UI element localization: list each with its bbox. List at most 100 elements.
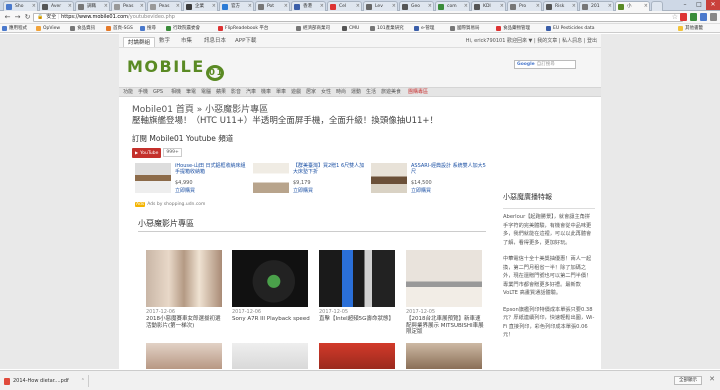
ad-title[interactable]: ASSARI-經典設計 系統雙人加大5尺	[411, 163, 486, 175]
tab-close-icon[interactable]: ×	[140, 2, 144, 11]
tab-close-icon[interactable]: ×	[212, 2, 216, 11]
browser-tab[interactable]: KDI ×	[471, 1, 506, 11]
tab-close-icon[interactable]: ×	[320, 2, 324, 11]
ad-footer[interactable]: Ads Ads by shopping.udn.com	[135, 202, 205, 207]
category-link[interactable]: 女性	[321, 88, 331, 97]
site-search-input[interactable]: Google 自訂搜尋	[514, 60, 576, 69]
bookmark-item[interactable]: 食品藥物管理	[496, 24, 530, 33]
maximize-button[interactable]: □	[692, 0, 706, 10]
category-link[interactable]: 汽車	[246, 88, 256, 97]
minimize-button[interactable]: –	[678, 0, 692, 10]
browser-tab[interactable]: 企業 ×	[183, 1, 218, 11]
bookmark-item[interactable]: 應用程式	[2, 24, 27, 33]
category-link[interactable]: 運動	[351, 88, 361, 97]
ad-buy-link[interactable]: 立即購買	[175, 187, 195, 194]
forward-icon[interactable]: →	[13, 13, 22, 22]
category-link[interactable]: 機車	[261, 88, 271, 97]
browser-tab[interactable]: Peas ×	[147, 1, 182, 11]
topnav-link[interactable]: 討論群組	[123, 37, 156, 47]
tab-close-icon[interactable]: ×	[284, 2, 288, 11]
video-thumbnail[interactable]	[319, 343, 395, 369]
category-link[interactable]: 遊戲	[291, 88, 301, 97]
video-thumbnail[interactable]	[406, 250, 482, 307]
tab-close-icon[interactable]: ×	[356, 2, 360, 11]
category-link[interactable]: 功能	[123, 88, 133, 97]
bookmark-item[interactable]: 101產業研究	[370, 24, 404, 33]
topnav-link[interactable]: APP下載	[235, 36, 256, 46]
bookmark-star-icon[interactable]: ☆	[672, 13, 678, 21]
menu-icon[interactable]	[710, 13, 717, 21]
category-link[interactable]: 旅遊美食	[381, 88, 401, 97]
reload-icon[interactable]: ↻	[23, 13, 32, 22]
tab-close-icon[interactable]: ×	[500, 2, 504, 11]
bookmark-item[interactable]: CMU	[342, 24, 359, 33]
browser-tab[interactable]: com ×	[435, 1, 470, 11]
user-links[interactable]: Hi, erick790101 歡迎回來 ▼ | 我的文章 | 私人訊息 | 登…	[466, 36, 597, 46]
tab-close-icon[interactable]: ×	[32, 2, 36, 11]
ad-item[interactable]: ASSARI-經典設計 系統雙人加大5尺 $14,500 立即購買	[371, 163, 486, 200]
ad-item[interactable]: iHouse-山田 日式鋁框收納床組 手提箱收納箱 $4,990 立即購買	[135, 163, 250, 200]
category-link[interactable]: 蘋果	[216, 88, 226, 97]
close-window-button[interactable]: ✕	[706, 0, 720, 10]
browser-tab[interactable]: Peas ×	[111, 1, 146, 11]
video-thumbnail[interactable]	[146, 250, 222, 307]
video-title[interactable]: 直擊【Intel超頻5G壽命狀態】	[319, 316, 397, 323]
tab-close-icon[interactable]: ×	[608, 2, 612, 11]
video-title[interactable]: 2018小惡魔賽車女郎選拔初選活動影片(第一梯次)	[146, 316, 224, 329]
bookmark-item[interactable]: FlipReadebook 平台	[218, 24, 268, 33]
tab-close-icon[interactable]: ×	[644, 2, 648, 11]
download-item[interactable]: 2014-How dietar....pdf ⌃	[3, 375, 89, 387]
browser-tab[interactable]: Risk ×	[543, 1, 578, 11]
youtube-button[interactable]: YouTube	[132, 147, 162, 158]
bookmark-item[interactable]: 食品資訊	[70, 24, 95, 33]
tab-close-icon[interactable]: ×	[104, 2, 108, 11]
back-icon[interactable]: ←	[3, 13, 12, 22]
category-link[interactable]: 筆電	[186, 88, 196, 97]
category-link[interactable]: 居家	[306, 88, 316, 97]
extension-icon[interactable]	[690, 13, 697, 21]
topnav-link[interactable]: 市集	[181, 36, 192, 46]
ad-buy-link[interactable]: 立即購買	[293, 187, 313, 194]
browser-tab[interactable]: Geo ×	[399, 1, 434, 11]
video-thumbnail[interactable]	[146, 343, 222, 369]
topnav-link[interactable]: 數字	[159, 36, 170, 46]
video-thumbnail[interactable]	[232, 343, 308, 369]
close-icon[interactable]: ✕	[709, 375, 715, 383]
chevron-up-icon[interactable]: ⌃	[81, 375, 85, 387]
browser-tab[interactable]: 官方 ×	[219, 1, 254, 11]
video-title[interactable]: 【2018台北車展預覽】新車速配與業界展示 MITSUBISHI車展限定版	[406, 316, 484, 336]
sidebar-article[interactable]: 中華電信十全十美獎抽優惠！兩人一起換，第二門月租省一半！除了加碼之外，現在還贈門…	[503, 255, 595, 298]
extension-icon[interactable]	[680, 13, 687, 21]
category-link[interactable]: GPS	[153, 88, 163, 97]
sidebar-article[interactable]: Aberlour【起跑勝景】，就會讓主角拼手字符的完美體驗，有機會從中品味更多，…	[503, 213, 595, 247]
youtube-subscribe[interactable]: YouTube 999+	[132, 147, 182, 158]
ad-buy-link[interactable]: 立即購買	[411, 187, 431, 194]
video-title[interactable]: Sony A7R III Playback speed	[232, 316, 310, 323]
ad-title[interactable]: 【群美臺灣】買2贈1 6尺雙人加大床墊下折	[293, 163, 368, 175]
bookmark-item[interactable]: 國際貿易局	[450, 24, 480, 33]
sidebar-article[interactable]: Epson旗艦列印特價成本單張只要0.38元？厚紙連續列印，快速輕鬆出圖，Wi-…	[503, 306, 595, 340]
new-tab-button[interactable]	[651, 1, 663, 11]
tab-close-icon[interactable]: ×	[176, 2, 180, 11]
promo-headline[interactable]: 壓軸旗艦登場！（HTC U11+）半透明全面屏手機，全面升級！換頭像抽U11+！	[132, 114, 438, 126]
tab-close-icon[interactable]: ×	[536, 2, 540, 11]
topnav-link[interactable]: 訊息日本	[204, 36, 226, 46]
address-bar[interactable]: 🔒 安全 | https://www.mobile01.com/youtubevi…	[33, 13, 683, 22]
browser-tab[interactable]: Aver ×	[39, 1, 74, 11]
show-all-downloads-button[interactable]: 全部顯示	[674, 376, 702, 385]
bookmark-item[interactable]: OpView	[36, 24, 60, 33]
ad-item[interactable]: 【群美臺灣】買2贈1 6尺雙人加大床墊下折 $9,179 立即購買	[253, 163, 368, 200]
bookmark-item[interactable]: EU Pesticides data	[546, 24, 595, 33]
bookmark-item[interactable]: 經濟部商業司	[296, 24, 330, 33]
browser-tab[interactable]: Pot ×	[255, 1, 290, 11]
category-link[interactable]: 單車	[276, 88, 286, 97]
browser-tab[interactable]: 香港 ×	[291, 1, 326, 11]
browser-tab[interactable]: Cel ×	[327, 1, 362, 11]
bookmark-item[interactable]: 行政院農委會	[166, 24, 200, 33]
browser-tab[interactable]: 小 ×	[615, 1, 650, 11]
browser-tab[interactable]: Lev ×	[363, 1, 398, 11]
browser-tab[interactable]: Sho ×	[3, 1, 38, 11]
tab-close-icon[interactable]: ×	[464, 2, 468, 11]
category-link[interactable]: 相機	[171, 88, 181, 97]
tab-close-icon[interactable]: ×	[572, 2, 576, 11]
